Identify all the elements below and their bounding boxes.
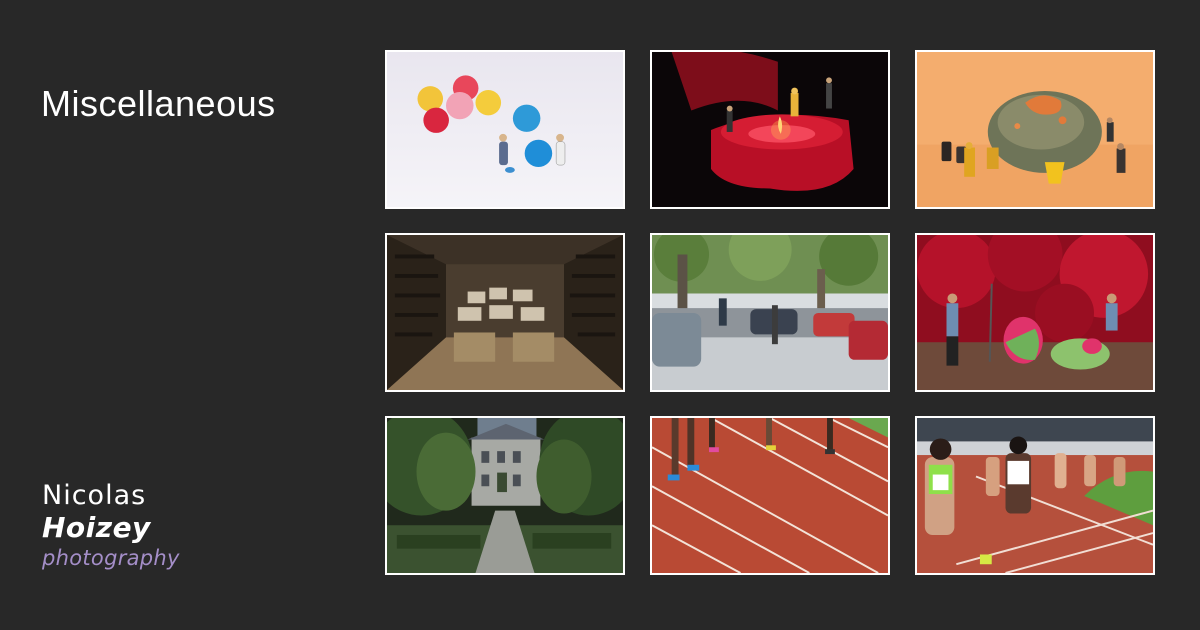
- women-race-photo: [917, 418, 1153, 573]
- photo-thumbnail-street[interactable]: [650, 233, 890, 392]
- gallery-title: Miscellaneous: [41, 83, 276, 124]
- photo-thumbnail-candle[interactable]: [650, 50, 890, 209]
- site-logo[interactable]: Nicolas Hoizey photography: [42, 480, 192, 572]
- chateau-photo: [387, 418, 623, 573]
- photo-grid: [385, 50, 1161, 580]
- photo-thumbnail-track-legs[interactable]: [650, 416, 890, 575]
- rose-buds-photo: [917, 235, 1153, 390]
- moldy-bread-photo: [917, 52, 1153, 207]
- candle-photo: [652, 52, 888, 207]
- photo-thumbnail-moldy-bread[interactable]: [915, 50, 1155, 209]
- candies-photo: [387, 52, 623, 207]
- photo-thumbnail-candies[interactable]: [385, 50, 625, 209]
- photo-thumbnail-wine-cellar[interactable]: [385, 233, 625, 392]
- logo-first-name: Nicolas: [42, 480, 147, 511]
- photo-thumbnail-rose-buds[interactable]: [915, 233, 1155, 392]
- track-legs-photo: [652, 418, 888, 573]
- page: Miscellaneous Nicolas Hoizey photography: [0, 0, 1200, 630]
- photo-thumbnail-chateau[interactable]: [385, 416, 625, 575]
- street-photo: [652, 235, 888, 390]
- logo-tagline: photography: [42, 546, 180, 570]
- photo-thumbnail-women-race[interactable]: [915, 416, 1155, 575]
- wine-cellar-photo: [387, 235, 623, 390]
- logo-last-name: Hoizey: [42, 511, 151, 544]
